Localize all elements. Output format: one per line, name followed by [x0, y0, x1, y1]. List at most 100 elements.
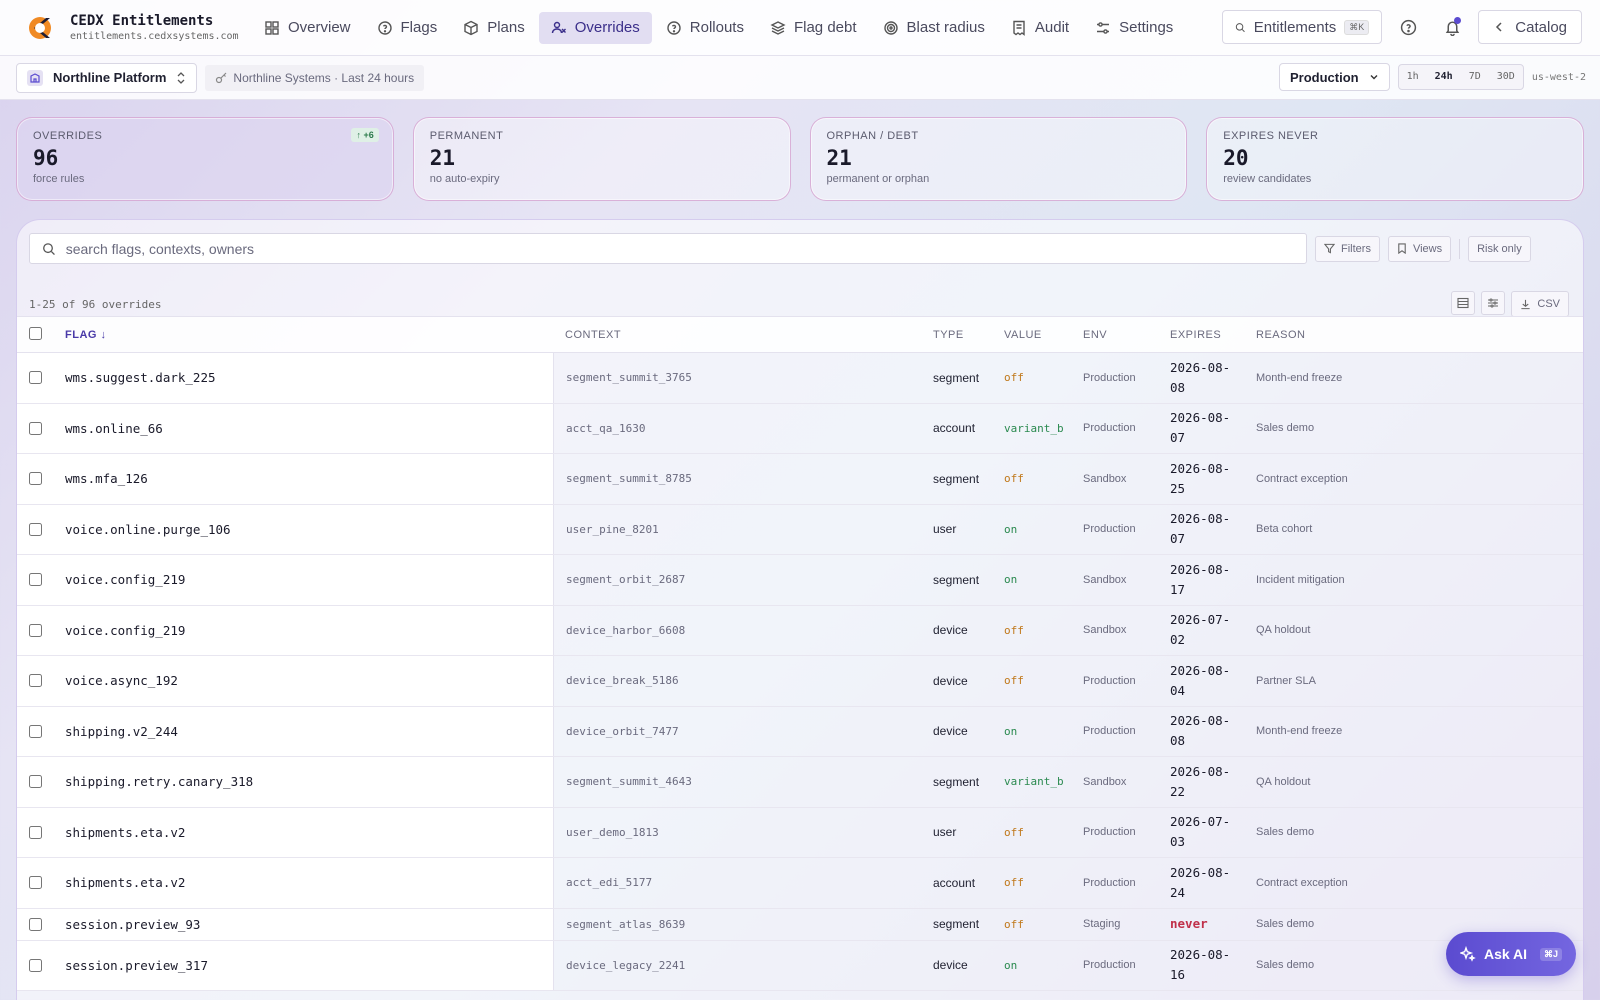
row-checkbox[interactable]	[29, 522, 42, 536]
cell-env: Production	[1083, 674, 1136, 687]
row-checkbox[interactable]	[29, 775, 42, 789]
time-range-1h[interactable]: 1h	[1399, 65, 1427, 89]
nav-overview[interactable]: Overview	[252, 12, 363, 44]
cell-context: segment_summit_4643	[553, 757, 933, 807]
export-csv-button[interactable]: CSV	[1511, 291, 1569, 317]
cell-expires-part2: 08	[1170, 379, 1186, 395]
brand-name: CEDX Entitlements	[70, 13, 214, 29]
filters-button[interactable]: Filters	[1315, 235, 1380, 262]
nav-audit[interactable]: Audit	[999, 12, 1081, 44]
row-checkbox[interactable]	[29, 421, 42, 435]
nav-overrides[interactable]: Overrides	[538, 11, 652, 44]
download-icon	[1521, 299, 1530, 309]
table-row[interactable]: shipping.retry.canary_318 segment_summit_…	[17, 757, 1583, 808]
kpi-expires-never[interactable]: Expires never 20 review candidates	[1206, 117, 1584, 201]
risk-only-toggle[interactable]: Risk only	[1468, 235, 1531, 262]
column-header-expires[interactable]: Expires	[1170, 329, 1256, 341]
cell-reason: Month-end freeze	[1256, 725, 1343, 738]
column-header-env[interactable]: Env	[1083, 329, 1170, 341]
row-checkbox[interactable]	[29, 958, 42, 972]
columns-button[interactable]	[1481, 291, 1506, 315]
time-range-24h[interactable]: 24h	[1427, 65, 1461, 89]
views-button[interactable]: Views	[1387, 235, 1452, 262]
table-row[interactable]: wms.online_66 acct_qa_1630 account variant_…	[17, 403, 1583, 454]
table-row[interactable]: voice.config_219 device_harbor_6608 device…	[17, 605, 1583, 656]
table-row[interactable]: wms.suggest.dark_225 segment_summit_3765 s…	[17, 353, 1583, 404]
row-checkbox[interactable]	[29, 472, 42, 486]
overrides-search-input[interactable]	[65, 240, 1294, 257]
cell-reason: Partner SLA	[1256, 674, 1316, 687]
row-checkbox[interactable]	[29, 674, 42, 688]
ask-ai-button[interactable]: Ask AI ⌘J	[1446, 932, 1576, 976]
cell-flag[interactable]: voice.async_192	[53, 656, 553, 706]
cell-flag[interactable]: voice.config_219	[53, 605, 553, 655]
nav-blast-radius[interactable]: Blast radius	[871, 12, 997, 44]
row-checkbox[interactable]	[29, 724, 42, 738]
environment-select[interactable]: Production	[1278, 63, 1390, 91]
kpi-orphan-debt[interactable]: Orphan / Debt 21 permanent or orphan	[809, 117, 1188, 201]
cell-reason: Contract exception	[1256, 472, 1348, 485]
cell-flag[interactable]: voice.online.purge_106	[53, 504, 553, 554]
nav-flags[interactable]: Flags	[365, 12, 450, 44]
column-header-type[interactable]: Type	[933, 329, 1004, 341]
column-header-value[interactable]: Value	[1004, 329, 1083, 341]
kpi-delta-badge: ↑ +6	[351, 128, 379, 142]
cell-env: Staging	[1083, 918, 1121, 930]
table-row[interactable]: shipments.eta.v2 acct_edi_5177 account off P…	[17, 858, 1583, 909]
nav-flag-debt[interactable]: Flag debt	[758, 12, 869, 44]
table-row[interactable]: session.preview_317 device_legacy_2241 dev…	[17, 940, 1583, 991]
cell-expires: 2026-07- 03	[1170, 812, 1256, 852]
sliders-icon	[1488, 298, 1499, 308]
workspace-select[interactable]: Northline Platform	[16, 62, 198, 93]
table-row[interactable]: session.preview_93 segment_atlas_8639 segm…	[17, 908, 1583, 941]
cell-flag[interactable]: wms.mfa_126	[53, 454, 553, 504]
cell-reason: QA holdout	[1256, 624, 1311, 637]
cell-flag[interactable]: session.preview_93	[53, 908, 553, 940]
cell-flag[interactable]: shipments.eta.v2	[53, 807, 553, 857]
table-row[interactable]: voice.online.purge_106 user_pine_8201 user…	[17, 504, 1583, 555]
global-search-button[interactable]: Entitlements ⌘K	[1222, 10, 1383, 44]
table-row[interactable]: shipments.eta.v2 user_demo_1813 user off Pro…	[17, 807, 1583, 858]
table-row[interactable]: wms.mfa_126 segment_summit_8785 segment off…	[17, 454, 1583, 505]
row-checkbox[interactable]	[29, 876, 42, 890]
table-row[interactable]: shipping.v2_244 device_orbit_7477 device on…	[17, 706, 1583, 757]
nav-settings[interactable]: Settings	[1083, 12, 1185, 44]
nav-rollouts[interactable]: Rollouts	[654, 12, 756, 44]
row-checkbox[interactable]	[29, 917, 42, 931]
context-chip[interactable]: Northline Systems · Last 24 hours	[205, 64, 425, 91]
brand[interactable]: CEDX Entitlements entitlements.cedxsyste…	[0, 13, 252, 43]
select-all-checkbox[interactable]	[29, 326, 42, 340]
cell-flag[interactable]: shipments.eta.v2	[53, 858, 553, 908]
column-header-flag[interactable]: Flag ↓	[53, 329, 553, 341]
help-button[interactable]	[1390, 10, 1426, 44]
density-button[interactable]	[1451, 291, 1476, 315]
column-header-context[interactable]: Context	[553, 329, 933, 341]
cell-flag[interactable]: shipping.v2_244	[53, 706, 553, 756]
row-checkbox[interactable]	[29, 573, 42, 587]
notifications-button[interactable]	[1434, 10, 1470, 44]
column-header-reason[interactable]: Reason	[1256, 329, 1583, 341]
sliders-icon	[1097, 21, 1110, 34]
cell-value: on	[1004, 958, 1018, 972]
time-range-30d[interactable]: 30D	[1489, 65, 1523, 89]
cell-flag[interactable]: wms.online_66	[53, 403, 553, 453]
overrides-table: Flag ↓ Context Type Value Env Expires Re…	[17, 316, 1583, 991]
overrides-search[interactable]	[29, 233, 1307, 264]
cell-context: segment_summit_3765	[553, 353, 933, 403]
cell-flag[interactable]: wms.suggest.dark_225	[53, 353, 553, 403]
cell-flag[interactable]: shipping.retry.canary_318	[53, 757, 553, 807]
row-checkbox[interactable]	[29, 623, 42, 637]
nav-plans[interactable]: Plans	[451, 12, 537, 44]
kpi-permanent[interactable]: Permanent 21 no auto-expiry	[412, 117, 791, 201]
cell-flag[interactable]: voice.config_219	[53, 555, 553, 605]
cell-type: segment	[933, 370, 980, 385]
cell-flag[interactable]: session.preview_317	[53, 940, 553, 990]
row-checkbox[interactable]	[29, 825, 42, 839]
kpi-overrides[interactable]: Overrides 96 force rules ↑ +6	[16, 117, 394, 201]
table-row[interactable]: voice.async_192 device_break_5186 device of…	[17, 656, 1583, 707]
catalog-button[interactable]: Catalog	[1478, 10, 1582, 44]
cell-expires: 2026-08- 07	[1170, 408, 1256, 448]
table-row[interactable]: voice.config_219 segment_orbit_2687 segmen…	[17, 555, 1583, 606]
time-range-7d[interactable]: 7D	[1461, 65, 1489, 89]
row-checkbox[interactable]	[29, 371, 42, 385]
